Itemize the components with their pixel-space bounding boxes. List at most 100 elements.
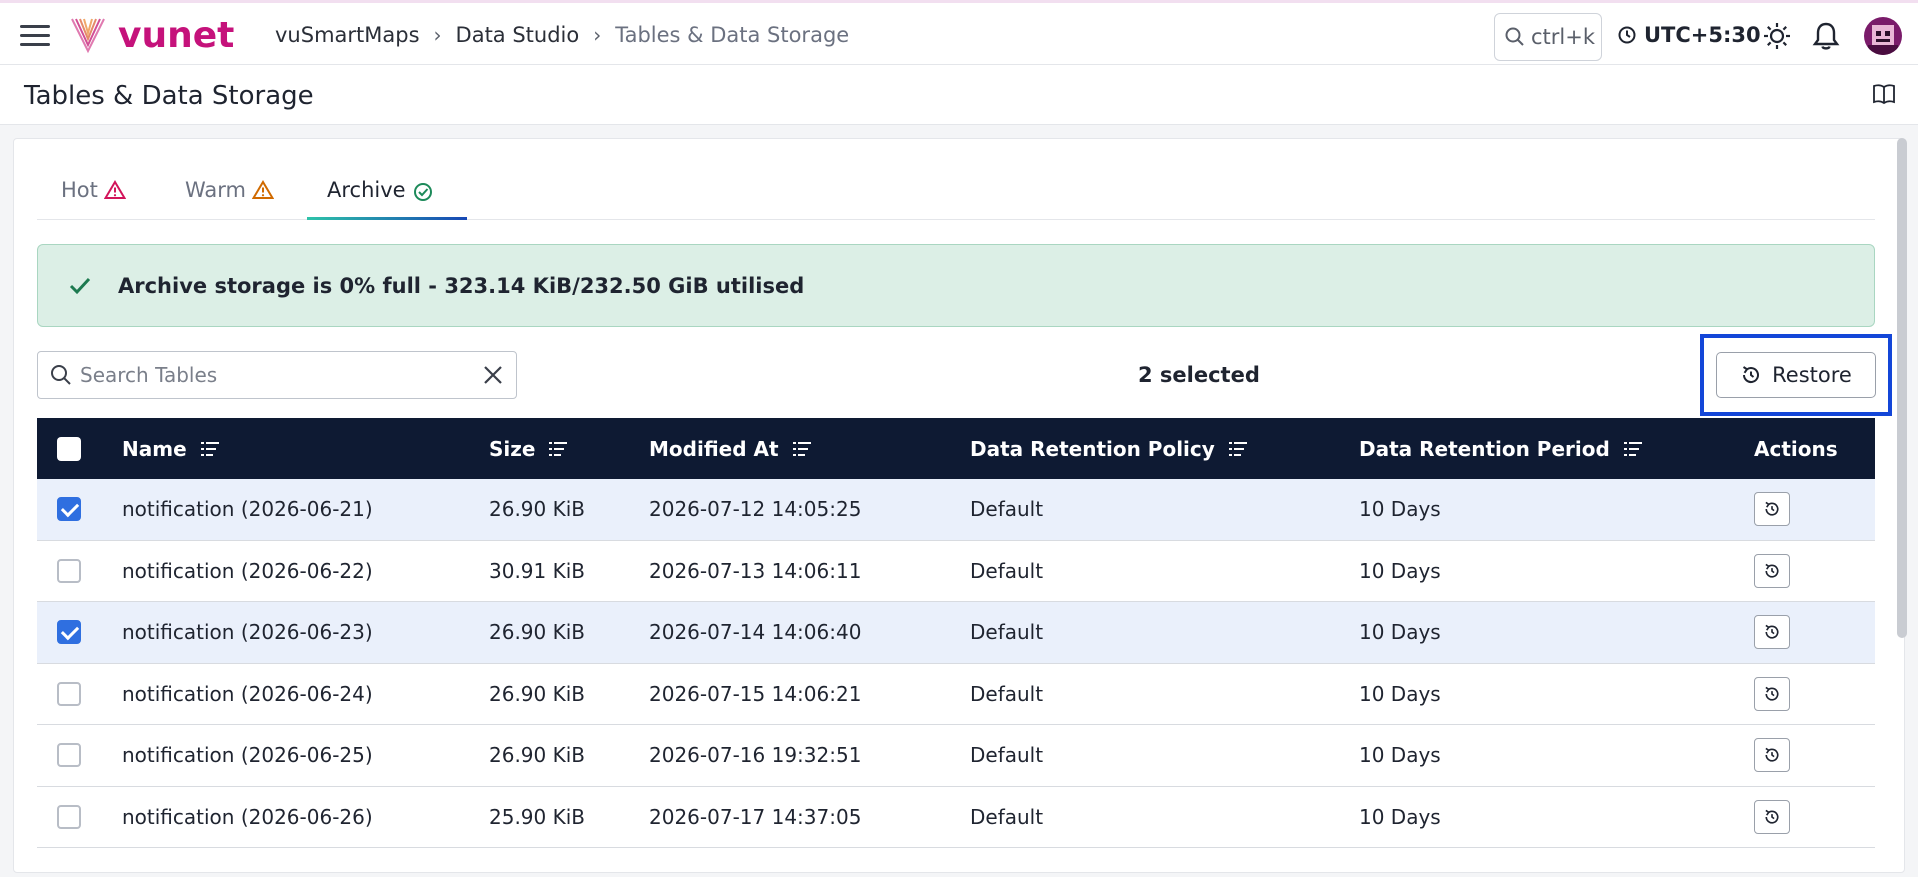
cell-period: 10 Days	[1359, 558, 1441, 583]
table-row[interactable]: notification (2026-06-24) 26.90 KiB 2026…	[37, 664, 1875, 725]
cell-name: notification (2026-06-22)	[122, 558, 373, 583]
chevron-right-icon: ›	[433, 23, 442, 47]
check-circle-icon	[413, 183, 432, 201]
cell-name: notification (2026-06-24)	[122, 681, 373, 706]
row-restore-button[interactable]	[1754, 676, 1790, 711]
row-checkbox[interactable]	[57, 620, 81, 645]
cell-period: 10 Days	[1359, 497, 1441, 522]
cell-name: notification (2026-06-26)	[122, 804, 373, 829]
cell-period: 10 Days	[1359, 743, 1441, 768]
row-restore-button[interactable]	[1754, 492, 1790, 527]
cell-policy: Default	[970, 620, 1044, 645]
column-label: Modified At	[649, 436, 779, 461]
cell-policy: Default	[970, 804, 1044, 829]
column-header-name[interactable]: Name	[122, 437, 221, 461]
column-label: Size	[489, 436, 536, 461]
tab-label: Archive	[327, 178, 406, 202]
clock-icon	[1618, 26, 1636, 44]
close-icon[interactable]	[482, 364, 504, 386]
selected-count: 2 selected	[1138, 363, 1260, 387]
scrollbar[interactable]	[1897, 138, 1907, 638]
table-row[interactable]: notification (2026-06-25) 26.90 KiB 2026…	[37, 725, 1875, 787]
cell-name: notification (2026-06-23)	[122, 620, 373, 645]
chevron-right-icon: ›	[593, 23, 602, 47]
documentation-book-icon[interactable]	[1872, 83, 1896, 109]
warning-icon	[252, 180, 275, 199]
cell-size: 26.90 KiB	[489, 620, 586, 645]
storage-status-alert: Archive storage is 0% full - 323.14 KiB/…	[37, 244, 1875, 327]
sort-icon[interactable]	[199, 440, 221, 458]
cell-period: 10 Days	[1359, 681, 1441, 706]
cell-modified: 2026-07-17 14:37:05	[649, 804, 862, 829]
page-header: Tables & Data Storage	[0, 65, 1918, 125]
row-restore-button[interactable]	[1754, 553, 1790, 588]
breadcrumb-item-current: Tables & Data Storage	[615, 23, 850, 47]
sort-icon[interactable]	[1227, 440, 1249, 458]
restore-icon	[1765, 502, 1779, 516]
restore-icon	[1765, 686, 1779, 701]
column-header-retention-policy[interactable]: Data Retention Policy	[970, 437, 1249, 461]
logo[interactable]: vunet	[70, 15, 234, 56]
restore-button[interactable]: Restore	[1716, 352, 1876, 398]
cell-size: 30.91 KiB	[489, 558, 586, 583]
row-checkbox[interactable]	[57, 558, 81, 583]
cell-modified: 2026-07-12 14:05:25	[649, 497, 862, 522]
column-header-size[interactable]: Size	[489, 437, 569, 461]
row-checkbox[interactable]	[57, 743, 81, 768]
restore-icon	[1765, 748, 1779, 762]
cell-policy: Default	[970, 497, 1044, 522]
search-input[interactable]	[80, 363, 470, 387]
table-row[interactable]: notification (2026-06-21) 26.90 KiB 2026…	[37, 479, 1875, 541]
select-all-checkbox[interactable]	[57, 436, 81, 461]
breadcrumb-item[interactable]: Data Studio	[456, 23, 580, 47]
row-checkbox[interactable]	[57, 497, 81, 522]
restore-icon	[1765, 809, 1779, 824]
menu-icon[interactable]	[20, 25, 50, 47]
cell-name: notification (2026-06-21)	[122, 497, 373, 522]
column-header-actions: Actions	[1754, 437, 1838, 461]
table-row[interactable]: notification (2026-06-22) 30.91 KiB 2026…	[37, 541, 1875, 602]
tab-warm[interactable]: Warm	[185, 178, 275, 220]
sort-icon[interactable]	[1622, 440, 1644, 458]
tab-hot[interactable]: Hot	[61, 178, 126, 220]
tab-label: Warm	[185, 178, 247, 202]
column-header-retention-period[interactable]: Data Retention Period	[1359, 437, 1644, 461]
row-restore-button[interactable]	[1754, 738, 1790, 773]
timezone-selector[interactable]: UTC+5:30	[1618, 23, 1761, 47]
restore-icon	[1765, 625, 1779, 639]
table-row[interactable]: notification (2026-06-23) 26.90 KiB 2026…	[37, 602, 1875, 664]
cell-policy: Default	[970, 681, 1044, 706]
global-search-button[interactable]: ctrl+k	[1494, 13, 1602, 61]
notification-bell-icon[interactable]	[1812, 21, 1840, 55]
restore-label: Restore	[1772, 363, 1852, 387]
search-icon	[51, 365, 71, 385]
warning-icon	[103, 180, 126, 199]
row-restore-button[interactable]	[1754, 799, 1790, 834]
cell-size: 25.90 KiB	[489, 804, 586, 829]
restore-icon	[1743, 366, 1760, 384]
tab-archive[interactable]: Archive	[307, 178, 467, 220]
storage-tabs: Hot Warm Archive	[37, 168, 1875, 220]
table-row[interactable]: notification (2026-06-26) 25.90 KiB 2026…	[37, 787, 1875, 848]
top-bar: vunet vuSmartMaps › Data Studio › Tables…	[0, 0, 1918, 65]
sort-icon[interactable]	[791, 440, 813, 458]
row-checkbox[interactable]	[57, 681, 81, 706]
breadcrumb-item[interactable]: vuSmartMaps	[275, 23, 420, 47]
row-checkbox[interactable]	[57, 804, 81, 829]
check-icon	[69, 277, 91, 294]
alert-text: Archive storage is 0% full - 323.14 KiB/…	[118, 273, 805, 298]
row-restore-button[interactable]	[1754, 615, 1790, 650]
column-header-modified-at[interactable]: Modified At	[649, 437, 813, 461]
search-shortcut: ctrl+k	[1531, 25, 1596, 49]
logo-mark-icon	[71, 18, 105, 54]
column-label: Name	[122, 436, 187, 461]
search-icon	[1505, 27, 1524, 46]
cell-size: 26.90 KiB	[489, 681, 586, 706]
breadcrumb: vuSmartMaps › Data Studio › Tables & Dat…	[275, 23, 849, 47]
column-label: Actions	[1754, 436, 1838, 461]
cell-period: 10 Days	[1359, 620, 1441, 645]
sort-icon[interactable]	[547, 440, 569, 458]
avatar[interactable]	[1864, 17, 1902, 55]
theme-toggle-icon[interactable]	[1762, 21, 1792, 55]
cell-period: 10 Days	[1359, 804, 1441, 829]
